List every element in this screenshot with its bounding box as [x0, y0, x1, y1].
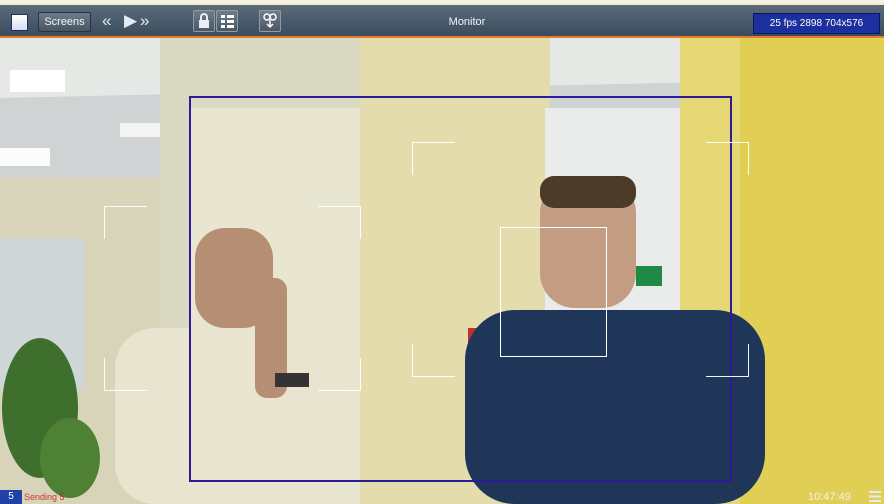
download-icon — [263, 13, 277, 29]
lock-button[interactable] — [193, 10, 215, 32]
menu-icon[interactable] — [869, 491, 881, 502]
camera-number-badge[interactable]: 5 — [0, 490, 22, 504]
zone-corner-marker — [318, 358, 361, 391]
monitor-title: Monitor — [448, 16, 486, 28]
export-button[interactable] — [259, 10, 281, 32]
select-all-checkbox[interactable] — [11, 14, 28, 31]
camera-video-view[interactable] — [0, 38, 884, 504]
list-button[interactable] — [216, 10, 238, 32]
list-icon — [221, 15, 234, 28]
fast-forward-icon[interactable]: » — [140, 10, 149, 32]
screens-button[interactable]: Screens — [38, 12, 91, 32]
zone-corner-marker — [412, 344, 455, 377]
zone-corner-marker — [318, 206, 361, 239]
lock-icon — [199, 13, 209, 28]
camera-status: 5 Sending 5 — [0, 490, 65, 504]
rewind-icon[interactable]: « — [102, 10, 111, 32]
face-tracking-frame — [500, 227, 607, 357]
zone-corner-marker — [706, 344, 749, 377]
recording-status: Sending 5 — [24, 492, 65, 502]
monitor-toolbar: Screens « ▶ » Monitor 25 fps 2898 704x57… — [0, 0, 884, 38]
play-icon[interactable]: ▶ — [124, 10, 137, 32]
camera-clock: 10:47:49 — [808, 491, 851, 503]
zone-corner-marker — [104, 206, 147, 239]
stream-stats: 25 fps 2898 704x576 — [753, 13, 880, 34]
zone-corner-marker — [706, 142, 749, 175]
detection-zone-box[interactable] — [189, 96, 732, 482]
zone-corner-marker — [412, 142, 455, 175]
zone-corner-marker — [104, 358, 147, 391]
